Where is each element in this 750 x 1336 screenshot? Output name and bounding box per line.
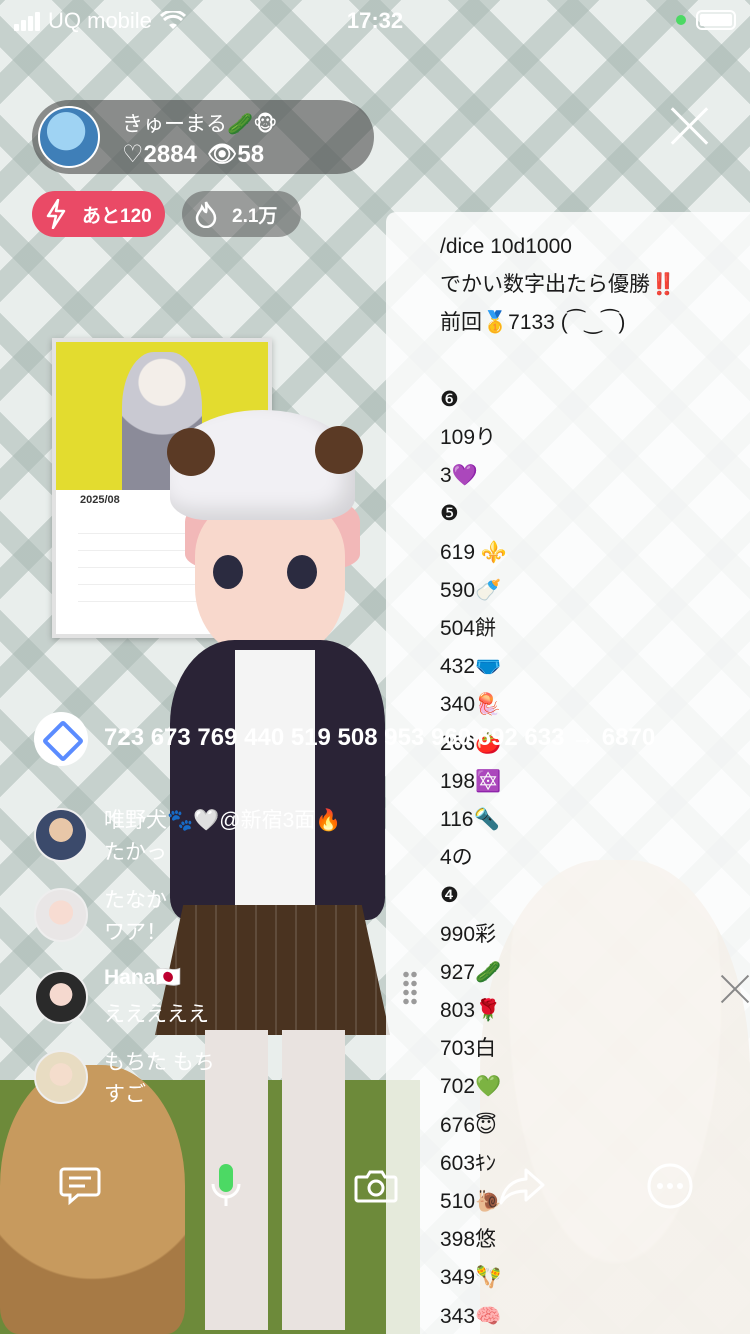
- dice-result-line: 927🥒: [440, 960, 502, 984]
- comment-text: ワア！: [104, 921, 167, 944]
- camera-in-use-indicator: [676, 15, 686, 25]
- camera-button[interactable]: [350, 1160, 402, 1212]
- points-badge[interactable]: 2.1万: [182, 191, 301, 237]
- status-bar: UQ mobile 17:32: [0, 0, 750, 40]
- clock: 17:32: [346, 8, 404, 33]
- host-avatar[interactable]: [38, 106, 100, 168]
- host-name: きゅーまる🥒🐵: [122, 113, 278, 136]
- dice-result-line: 990彩: [440, 922, 497, 946]
- dice-result-line: [440, 343, 676, 381]
- comment-item[interactable]: たなか ワア！: [34, 888, 374, 958]
- dice-result-line: 603ｷﾝ: [440, 1151, 497, 1175]
- avatar[interactable]: [34, 970, 88, 1024]
- dice-result-line: でかい数字出たら優勝‼️: [440, 273, 677, 297]
- close-icon[interactable]: [720, 974, 750, 1004]
- camera-icon: [354, 1170, 398, 1203]
- dice-result-line: 3💜: [440, 464, 478, 488]
- flame-icon: [190, 198, 222, 230]
- comment-text: すご: [104, 1083, 146, 1106]
- close-button[interactable]: [668, 104, 712, 148]
- avatar[interactable]: [34, 808, 88, 862]
- dice-result-line: 340🪼: [440, 693, 502, 717]
- remaining-label: あと120: [82, 205, 152, 227]
- comment-author: 唯野犬🐾🤍@新宿3面🔥: [104, 809, 342, 832]
- dice-result-line: 504餅: [440, 617, 497, 641]
- dice-result-line: /dice 10d1000: [440, 235, 572, 258]
- points-label: 2.1万: [232, 205, 278, 227]
- dice-result-line: 343🧠: [440, 1304, 502, 1328]
- dice-result-line: 703白: [440, 1037, 497, 1061]
- chat-button[interactable]: [54, 1160, 106, 1212]
- dice-result-line: 590🍼: [440, 578, 502, 602]
- more-icon: [647, 1163, 693, 1209]
- viewer-count: 👁58: [206, 141, 265, 168]
- comment-author: たなか: [104, 889, 167, 912]
- calendar-month: 2025/08: [80, 494, 120, 506]
- dice-result-line: 432🩲: [440, 655, 502, 679]
- avatar[interactable]: [34, 1050, 88, 1104]
- dice-result-line: 676😇: [440, 1113, 497, 1137]
- chat-icon: [59, 1167, 101, 1206]
- more-button[interactable]: [644, 1160, 696, 1212]
- dice-result-line: 803🌹: [440, 999, 502, 1023]
- comment-text: えええええ: [104, 1003, 209, 1026]
- like-count: ♡2884: [122, 141, 197, 168]
- dice-result-line: 198🔯: [440, 769, 502, 793]
- drag-handle-icon[interactable]: [402, 970, 418, 1006]
- dice-result-line: 4の: [440, 846, 473, 870]
- dice-result-line: ❻: [440, 387, 459, 411]
- dice-result-line: 702💚: [440, 1075, 502, 1099]
- dice-result-line: 398悠: [440, 1228, 497, 1252]
- dice-result-line: 510🐌: [440, 1190, 502, 1214]
- dice-result-line: 116🔦: [440, 808, 500, 832]
- share-button[interactable]: [496, 1160, 548, 1212]
- dice-result-line: 619 ⚜️: [440, 540, 508, 564]
- lightning-icon: [40, 198, 72, 230]
- comment-author: Hana🇯🇵: [104, 966, 182, 989]
- remaining-badge[interactable]: あと120: [32, 191, 165, 237]
- comment-item[interactable]: Hana🇯🇵 えええええ: [34, 966, 374, 1040]
- dice-results-text: /dice 10d1000 でかい数字出たら優勝‼️ 前回🥇7133 (⁀‿⁀) ❻…: [440, 228, 676, 1336]
- share-icon: [499, 1168, 545, 1205]
- dice-result-line: ❹: [440, 884, 459, 908]
- avatar[interactable]: [34, 888, 88, 942]
- comment-text: たかっ: [104, 841, 167, 864]
- comment-item[interactable]: もちた もち すご: [34, 1050, 374, 1120]
- system-message: 723 673 769 440 519 508 953 960 692 633 …: [104, 724, 656, 751]
- dice-result-line: 349🪇: [440, 1266, 502, 1290]
- battery-icon: [696, 10, 736, 30]
- system-message-icon: [34, 712, 88, 766]
- comment-author: もちた もち: [104, 1051, 215, 1074]
- host-card[interactable]: きゅーまる🥒🐵 ♡2884 👁58: [32, 100, 374, 174]
- comment-item[interactable]: 唯野犬🐾🤍@新宿3面🔥 たかっ: [34, 808, 374, 878]
- mic-icon: [211, 1164, 241, 1206]
- dice-result-line: 109り: [440, 426, 497, 450]
- dice-result-line: ❺: [440, 502, 459, 526]
- mic-button[interactable]: [200, 1160, 252, 1212]
- dice-result-line: 前回🥇7133 (⁀‿⁀): [440, 311, 626, 335]
